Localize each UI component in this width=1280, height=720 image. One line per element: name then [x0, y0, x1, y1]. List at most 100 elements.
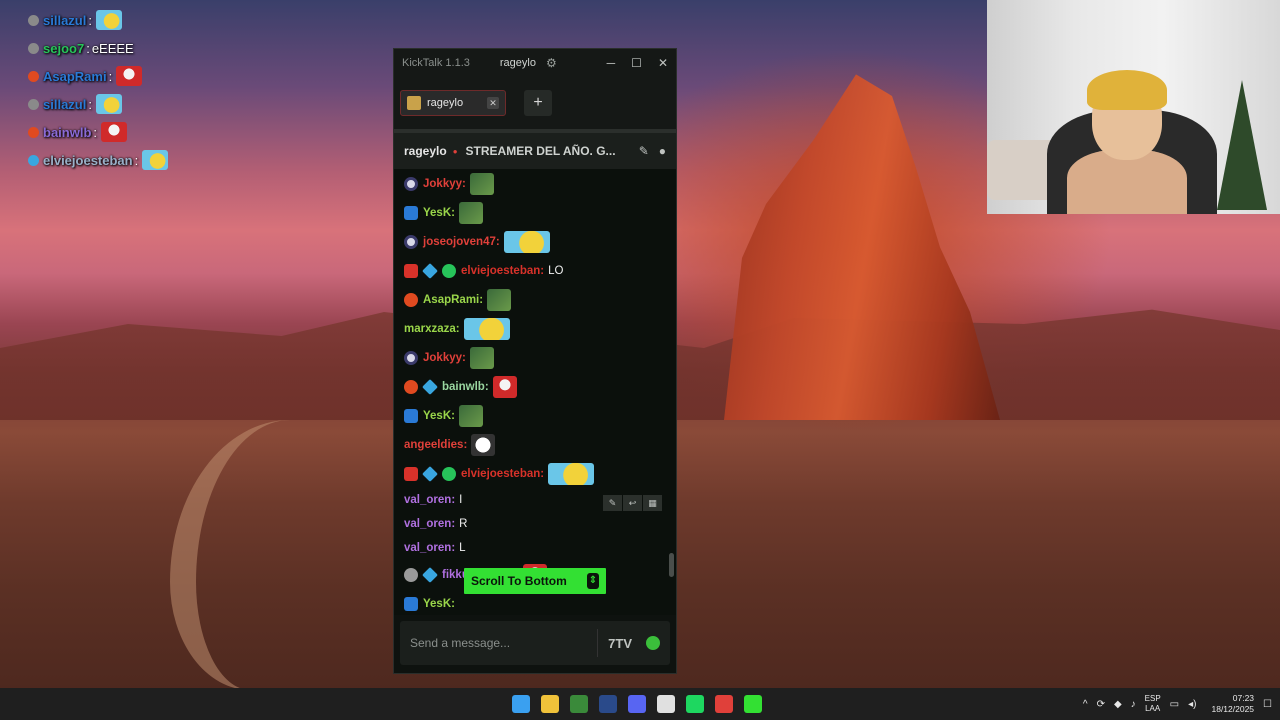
fire-badge-icon[interactable]	[404, 379, 418, 394]
chat-username[interactable]: marxzaza	[404, 323, 456, 335]
chat-emote-icon[interactable]	[503, 230, 550, 253]
verified-badge-icon[interactable]	[442, 263, 456, 278]
chat-message[interactable]: bainwlb:	[404, 372, 666, 401]
chat-emote-icon[interactable]	[463, 317, 510, 340]
obs-icon[interactable]	[657, 695, 675, 713]
chat-username[interactable]: joseojoven47	[423, 236, 496, 248]
chat-username[interactable]: val_oren	[404, 542, 451, 554]
message-input[interactable]	[410, 636, 588, 650]
tray-chevron-icon[interactable]: ^	[1083, 699, 1088, 710]
chat-username[interactable]: val_oren	[404, 518, 451, 530]
chrome-icon[interactable]	[715, 695, 733, 713]
overlay-chat-line: sejoo7: eEEEE	[28, 34, 268, 62]
app-green-icon[interactable]	[570, 695, 588, 713]
settings-gear-icon[interactable]: ⚙	[546, 56, 557, 70]
chat-message[interactable]: joseojoven47:	[404, 227, 666, 256]
sync-icon[interactable]: ⟳	[1097, 699, 1105, 710]
steam-icon[interactable]	[599, 695, 617, 713]
scroll-to-bottom-button[interactable]: Scroll To Bottom ⇕	[464, 568, 606, 594]
chat-emote-icon[interactable]	[469, 346, 494, 369]
cube-badge-icon[interactable]	[422, 378, 438, 395]
chat-message[interactable]: elviejoesteban: LO	[404, 256, 666, 285]
chat-message[interactable]: marxzaza:	[404, 314, 666, 343]
overlay-username: sillazul	[43, 12, 87, 28]
windows-start-icon[interactable]	[512, 695, 530, 713]
chat-message[interactable]: Jokkyy:	[404, 343, 666, 372]
user-icon[interactable]: ●	[659, 144, 666, 158]
tool-badge-icon[interactable]	[404, 205, 418, 220]
network-icon[interactable]: ▭	[1170, 699, 1179, 710]
clock[interactable]: 07:23 18/12/2025	[1211, 693, 1254, 715]
language-indicator[interactable]: ESP LAA	[1145, 694, 1161, 714]
moderator-badge-icon[interactable]	[404, 234, 418, 249]
red-badge-icon[interactable]	[404, 263, 418, 278]
chat-message[interactable]: val_oren: R	[404, 512, 666, 536]
system-tray: ^ ⟳ ◆ ♪ ESP LAA ▭ ◂) 07:23 18/12/2025 ☐	[1083, 688, 1272, 720]
overlay-badge-icon	[28, 154, 39, 166]
spotify-icon[interactable]	[686, 695, 704, 713]
chat-username[interactable]: YesK	[423, 207, 451, 219]
tool-badge-icon[interactable]	[404, 408, 418, 423]
notifications-icon[interactable]: ☐	[1263, 699, 1272, 710]
chat-emote-icon[interactable]	[469, 172, 494, 195]
chat-emote-icon[interactable]	[492, 375, 517, 398]
moderator-badge-icon[interactable]	[404, 350, 418, 365]
chat-username[interactable]: YesK	[423, 410, 451, 422]
clock-time: 07:23	[1232, 693, 1255, 703]
pin-message-icon[interactable]: ✎	[603, 495, 622, 511]
cube-badge-icon[interactable]	[422, 262, 438, 279]
red-badge-icon[interactable]	[404, 466, 418, 481]
chat-username[interactable]: Jokkyy	[423, 178, 462, 190]
kick-icon[interactable]	[744, 695, 762, 713]
chat-username[interactable]: elviejoesteban	[461, 468, 540, 480]
chat-username[interactable]: YesK	[423, 598, 451, 610]
tab-close-icon[interactable]: ✕	[487, 97, 499, 109]
chat-username[interactable]: angeeldies	[404, 439, 463, 451]
current-user[interactable]: rageylo	[500, 57, 536, 69]
volume-icon[interactable]: ◂)	[1188, 699, 1196, 710]
file-explorer-icon[interactable]	[541, 695, 559, 713]
chat-message[interactable]: val_oren: L	[404, 536, 666, 560]
cube-badge-icon[interactable]	[422, 566, 438, 583]
pin-icon[interactable]: ✎	[639, 144, 649, 158]
mic-icon[interactable]: ♪	[1131, 699, 1136, 710]
verified-badge-icon[interactable]	[442, 466, 456, 481]
chat-emote-icon[interactable]	[458, 201, 483, 224]
discord-icon[interactable]	[628, 695, 646, 713]
chat-messages[interactable]: Jokkyy: YesK: joseojoven47: elviejoesteban:…	[394, 169, 676, 617]
chat-message[interactable]: AsapRami:	[404, 285, 666, 314]
reply-icon[interactable]: ↩	[623, 495, 642, 511]
overlay-username: elviejoesteban	[43, 152, 133, 168]
chat-username[interactable]: elviejoesteban	[461, 265, 540, 277]
moderator-badge-icon[interactable]	[404, 176, 418, 191]
copy-icon[interactable]: ▦	[643, 495, 662, 511]
chat-scrollbar[interactable]	[669, 553, 674, 577]
taskbar: ^ ⟳ ◆ ♪ ESP LAA ▭ ◂) 07:23 18/12/2025 ☐	[0, 688, 1280, 720]
close-button[interactable]: ✕	[658, 56, 668, 70]
tab-rageylo[interactable]: rageylo ✕	[400, 90, 506, 116]
minimize-button[interactable]: ─	[607, 56, 616, 70]
kick-emote-icon[interactable]	[646, 636, 660, 650]
chat-message[interactable]: elviejoesteban:	[404, 459, 666, 488]
chat-emote-icon[interactable]	[487, 288, 512, 311]
7tv-emote-icon[interactable]: 7TV	[608, 636, 632, 651]
chat-username[interactable]: bainwlb	[442, 381, 485, 393]
tool-badge-icon[interactable]	[404, 596, 418, 611]
chat-message[interactable]: YesK:	[404, 198, 666, 227]
chat-username[interactable]: val_oren	[404, 494, 451, 506]
shield-icon[interactable]: ◆	[1114, 699, 1122, 710]
maximize-button[interactable]: ☐	[631, 56, 642, 70]
chat-username[interactable]: Jokkyy	[423, 352, 462, 364]
chat-username[interactable]: AsapRami	[423, 294, 479, 306]
chat-emote-icon[interactable]	[458, 404, 483, 427]
cube-badge-icon[interactable]	[422, 465, 438, 482]
chat-message[interactable]: angeeldies:	[404, 430, 666, 459]
fire-badge-icon[interactable]	[404, 292, 418, 307]
chat-emote-icon[interactable]	[471, 433, 496, 456]
grey-badge-icon[interactable]	[404, 567, 418, 582]
chat-message[interactable]: Jokkyy:	[404, 169, 666, 198]
add-tab-button[interactable]: +	[524, 90, 552, 116]
chat-emote-icon[interactable]	[548, 462, 595, 485]
chat-message-text: R	[459, 518, 468, 530]
chat-message[interactable]: YesK:	[404, 401, 666, 430]
